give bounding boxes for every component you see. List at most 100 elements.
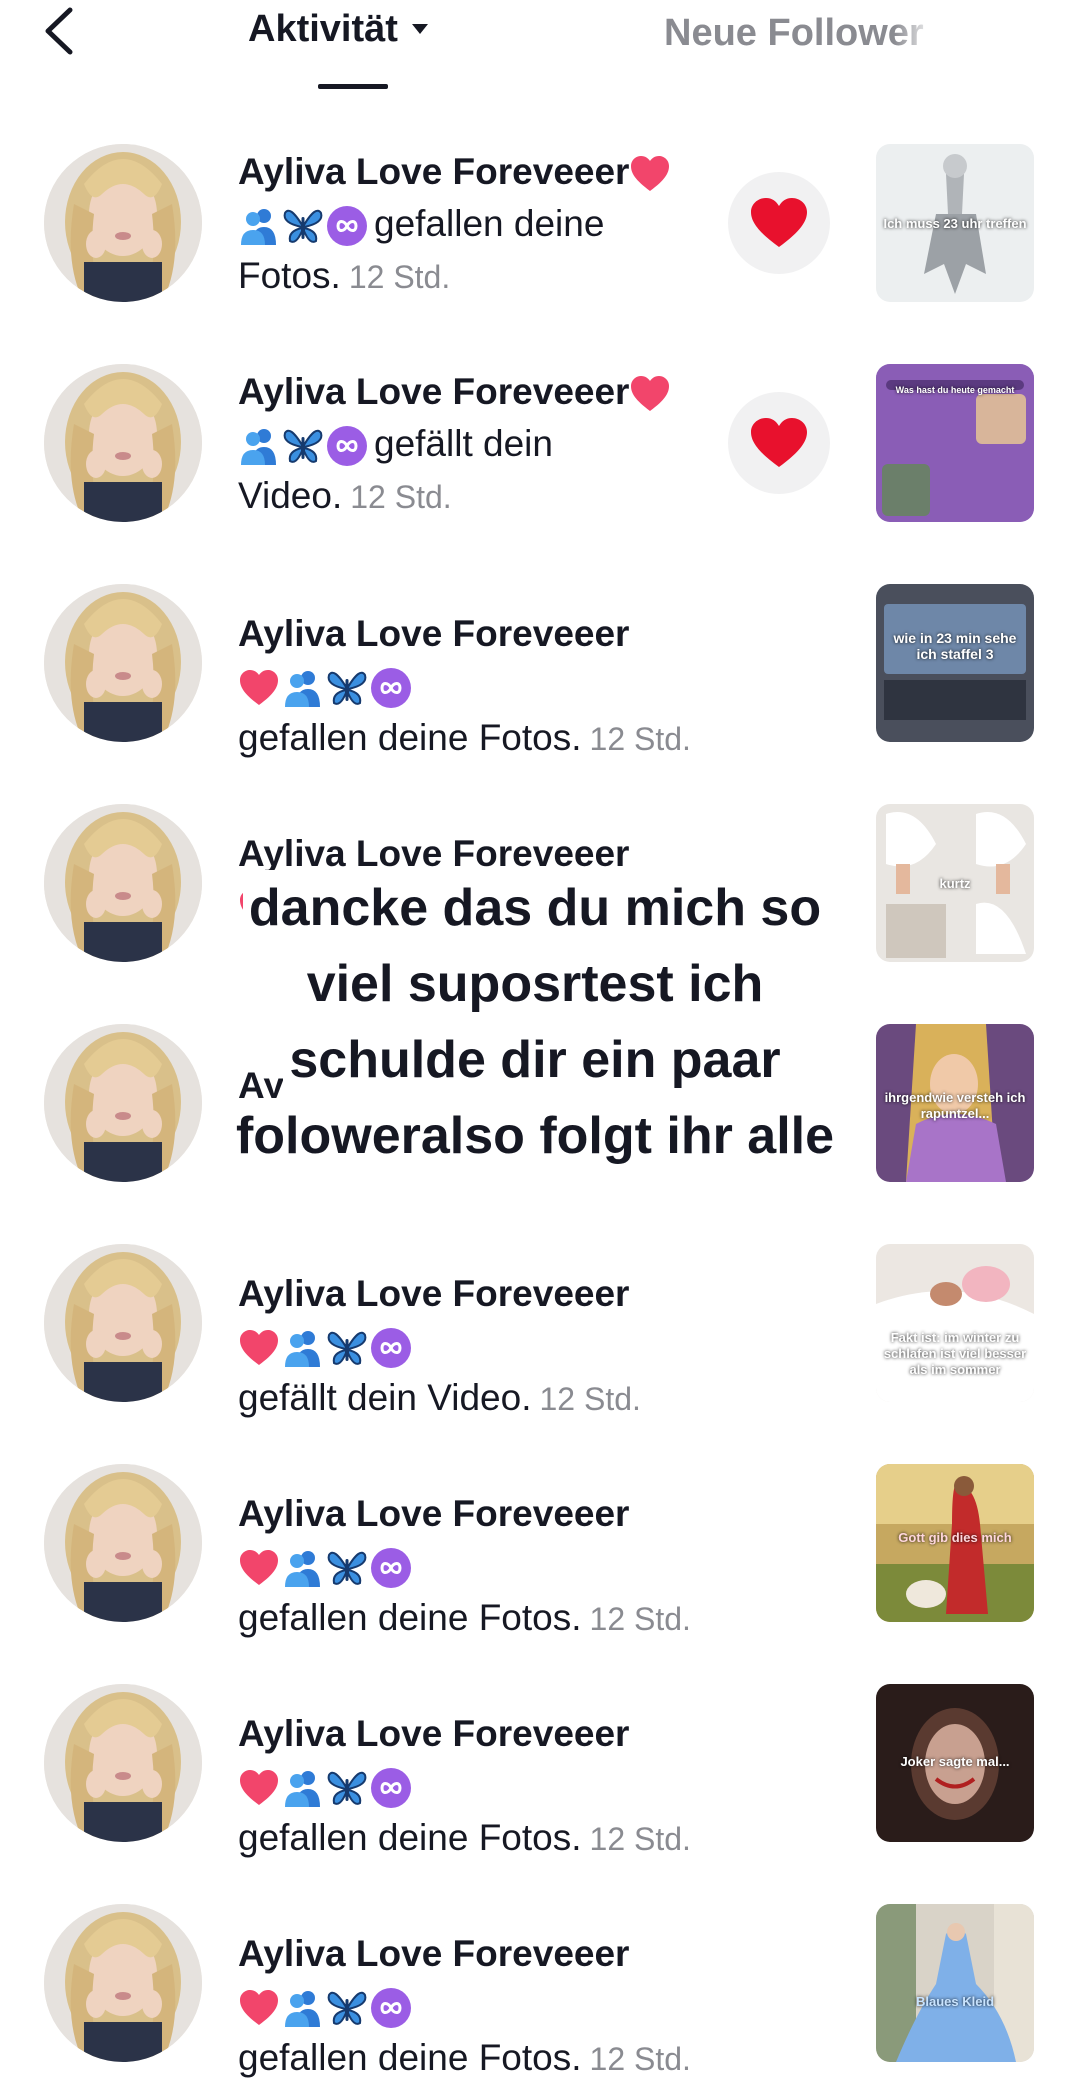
- username[interactable]: Ayliva Love Foreveeer: [238, 371, 629, 412]
- like-badge: [728, 392, 830, 494]
- heart-emoji-icon: [238, 667, 280, 709]
- heart-emoji-icon: [238, 1767, 280, 1809]
- action-text: gefallen deine Fotos.: [238, 2037, 582, 2078]
- post-thumbnail[interactable]: wie in 23 min sehe ich staffel 3: [876, 584, 1034, 742]
- tab-activity[interactable]: Aktivität: [248, 4, 428, 54]
- username[interactable]: Ayliva Love Foreveeer: [238, 1713, 629, 1754]
- people-emoji-icon: [282, 1767, 324, 1809]
- avatar[interactable]: [44, 1464, 202, 1622]
- heart-emoji-icon: [629, 373, 671, 415]
- list-item[interactable]: Ayliva Love Foreveeer gefallen deine Fot…: [0, 1464, 1080, 1684]
- timestamp: 12 Std.: [589, 1601, 691, 1637]
- list-item[interactable]: Ayliva Love Foreveeer gefällt dein Video…: [0, 1244, 1080, 1464]
- list-item[interactable]: Ayliva Love Foreveeer gefällt dein Video…: [0, 364, 1080, 584]
- heart-emoji-icon: [238, 1327, 280, 1369]
- username[interactable]: Ayliva Love Foreveeer: [238, 1273, 629, 1314]
- action-text-tail: Fotos.: [238, 255, 341, 296]
- post-thumbnail[interactable]: ihrgendwie versteh ich rapuntzel...: [876, 1024, 1034, 1182]
- timestamp: 12 Std.: [348, 259, 451, 295]
- action-text: gefällt dein Video.: [238, 1377, 532, 1418]
- timestamp: 12 Std.: [589, 2041, 691, 2077]
- thumbnail-caption: kurtz: [939, 876, 971, 891]
- people-emoji-icon: [282, 1547, 324, 1589]
- avatar[interactable]: [44, 804, 202, 962]
- overlay-line: schulde dir ein paar: [283, 1022, 787, 1098]
- infinity-emoji-icon: [370, 1547, 412, 1589]
- avatar[interactable]: [44, 584, 202, 742]
- timestamp: 12 Std.: [589, 721, 691, 757]
- butterfly-emoji-icon: [326, 1547, 368, 1589]
- tab-new-followers[interactable]: Neue Follower: [664, 8, 954, 58]
- avatar[interactable]: [44, 1024, 202, 1182]
- list-item[interactable]: Ayliva Love Foreveeer gefallen deine Fot…: [0, 144, 1080, 364]
- timestamp: 12 Std.: [350, 479, 452, 515]
- people-emoji-icon: [238, 425, 280, 467]
- overlay-line: dancke das du mich so: [242, 870, 828, 946]
- post-thumbnail[interactable]: Joker sagte mal...: [876, 1684, 1034, 1842]
- avatar[interactable]: [44, 144, 202, 302]
- action-text-tail: Video.: [238, 475, 343, 516]
- post-thumbnail[interactable]: Fakt ist: im winter zu schlafen ist viel…: [876, 1244, 1034, 1402]
- top-bar: Aktivität Neue Follower: [0, 0, 1080, 100]
- thumbnail-caption: ihrgendwie versteh ich rapuntzel...: [884, 1090, 1026, 1121]
- timestamp: 12 Std.: [539, 1381, 641, 1417]
- infinity-emoji-icon: [370, 667, 412, 709]
- notification-text: Ayliva Love Foreveeer gefallen deine Fot…: [238, 608, 798, 765]
- username[interactable]: Ayliva Love Foreveeer: [238, 613, 629, 654]
- overlay-caption: dancke das du mich so viel suposrtest ic…: [200, 870, 870, 1174]
- avatar[interactable]: [44, 364, 202, 522]
- action-text: gefallen deine: [374, 203, 605, 244]
- post-thumbnail[interactable]: Blaues Kleid: [876, 1904, 1034, 2062]
- notification-text: Ayliva Love Foreveeer gefallen deine Fot…: [238, 1928, 798, 2080]
- butterfly-emoji-icon: [326, 1987, 368, 2029]
- avatar[interactable]: [44, 1684, 202, 1842]
- caret-down-icon: [411, 24, 428, 34]
- action-text: gefallen deine Fotos.: [238, 1817, 582, 1858]
- active-tab-indicator: [318, 84, 388, 89]
- avatar[interactable]: [44, 1244, 202, 1402]
- action-text: gefällt dein: [374, 423, 553, 464]
- infinity-emoji-icon: [326, 205, 368, 247]
- people-emoji-icon: [282, 1987, 324, 2029]
- timestamp: 12 Std.: [589, 1821, 691, 1857]
- thumbnail-caption: Blaues Kleid: [915, 1994, 995, 2009]
- infinity-emoji-icon: [370, 1327, 412, 1369]
- butterfly-emoji-icon: [282, 205, 324, 247]
- post-thumbnail[interactable]: kurtz: [876, 804, 1034, 962]
- username[interactable]: Ayliva Love Foreveeer: [238, 1493, 629, 1534]
- thumbnail-caption: wie in 23 min sehe ich staffel 3: [893, 630, 1017, 662]
- action-text: gefallen deine Fotos.: [238, 717, 582, 758]
- tab-new-followers-label: Neue Follower: [664, 11, 924, 54]
- like-badge: [728, 172, 830, 274]
- list-item[interactable]: Ayliva Love Foreveeer gefallen deine Fot…: [0, 584, 1080, 804]
- people-emoji-icon: [238, 205, 280, 247]
- thumbnail-caption: Gott gib dies mich: [898, 1530, 1012, 1545]
- username[interactable]: Ayliva Love Foreveeer: [238, 1933, 629, 1974]
- list-item[interactable]: Ayliva Love Foreveeer gefallen deine Fot…: [0, 1684, 1080, 1904]
- notification-text: Ayliva Love Foreveeer gefällt dein Video…: [238, 366, 688, 523]
- back-button[interactable]: [40, 6, 84, 56]
- notification-text: Ayliva Love Foreveeer gefällt dein Video…: [238, 1268, 798, 1425]
- heart-emoji-icon: [238, 1547, 280, 1589]
- thumbnail-caption: Was hast du heute gemacht: [895, 385, 1015, 395]
- post-thumbnail[interactable]: Was hast du heute gemacht: [876, 364, 1034, 522]
- avatar[interactable]: [44, 1904, 202, 2062]
- notification-text: Ayliva Love Foreveeer gefallen deine Fot…: [238, 1488, 798, 1645]
- heart-icon: [749, 417, 809, 469]
- action-text: gefallen deine Fotos.: [238, 1597, 582, 1638]
- butterfly-emoji-icon: [326, 1327, 368, 1369]
- post-thumbnail[interactable]: Ich muss 23 uhr treffen: [876, 144, 1034, 302]
- list-item[interactable]: Ayliva Love Foreveeer gefallen deine Fot…: [0, 1904, 1080, 2080]
- butterfly-emoji-icon: [326, 667, 368, 709]
- butterfly-emoji-icon: [282, 425, 324, 467]
- infinity-emoji-icon: [326, 425, 368, 467]
- post-thumbnail[interactable]: Gott gib dies mich: [876, 1464, 1034, 1622]
- thumbnail-caption: Ich muss 23 uhr treffen: [883, 216, 1027, 231]
- infinity-emoji-icon: [370, 1767, 412, 1809]
- people-emoji-icon: [282, 1327, 324, 1369]
- activity-screen: Aktivität Neue Follower Ayliva Love Fore…: [0, 0, 1080, 2080]
- username[interactable]: Ayliva Love Foreveeer: [238, 833, 629, 874]
- heart-emoji-icon: [629, 153, 671, 195]
- notification-text: Ayliva Love Foreveeer gefallen deine Fot…: [238, 1708, 798, 1865]
- username[interactable]: Ayliva Love Foreveeer: [238, 151, 629, 192]
